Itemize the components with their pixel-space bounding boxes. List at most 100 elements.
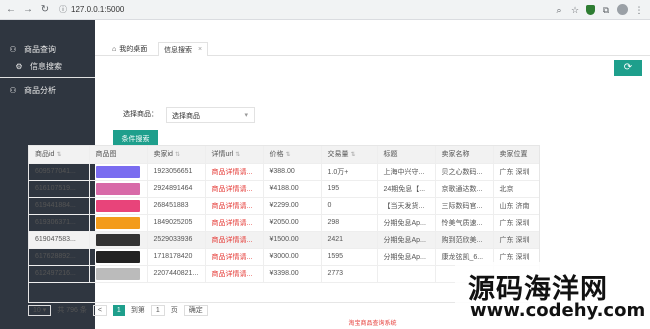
close-icon[interactable]: × [198, 46, 202, 53]
cell-product-id: 612497216... [29, 265, 90, 283]
tab-info-search[interactable]: 信息搜索 × [158, 42, 209, 56]
tab-my-desktop[interactable]: ⌂ 我的桌面 [107, 42, 152, 56]
browser-toolbar: ← → ↻ ⓘ 127.0.0.1:5000 ⌕ ☆ ⧉ ⋮ [0, 0, 650, 20]
column-header[interactable]: 交易量 ⇅ [321, 146, 378, 164]
table-row[interactable]: 619047583... 2529033936 商品详情请... ¥1500.00 24… [29, 231, 539, 249]
page-input[interactable]: 1 [150, 304, 165, 316]
cell-thumbnail [89, 197, 148, 215]
refresh-button[interactable]: ⟳ [614, 60, 642, 76]
product-image[interactable] [95, 233, 140, 246]
sidebar-divider [0, 77, 95, 78]
cell-thumbnail [89, 231, 148, 249]
back-icon[interactable]: ← [5, 4, 17, 16]
cell-detail-url[interactable]: 商品详情请... [205, 214, 264, 232]
sidebar-item-product-query[interactable]: ⚇ 商品查询 [0, 40, 95, 58]
column-header: 卖家位置 [493, 146, 539, 164]
tab-label: 信息搜索 [164, 46, 192, 54]
forward-icon[interactable]: → [22, 4, 34, 16]
cell-detail-url[interactable]: 商品详情请... [205, 197, 264, 215]
cell-title: 24期免息【... [377, 180, 436, 198]
current-page[interactable]: 1 [112, 304, 125, 316]
cell-seller-id: 2924891464 [147, 180, 206, 198]
menu-dots-icon[interactable]: ⋮ [634, 5, 644, 15]
cell-detail-url[interactable]: 商品详情请... [205, 180, 264, 198]
sort-icon[interactable]: ⇅ [351, 152, 356, 158]
table-row[interactable]: 619306371... 1849025205 商品详情请... ¥2050.00 29… [29, 214, 539, 232]
product-image[interactable] [95, 182, 140, 195]
refresh-icon: ⟳ [623, 62, 633, 73]
product-image[interactable] [95, 250, 140, 263]
cell-product-id: 619047583... [29, 231, 90, 249]
cell-detail-url[interactable]: 商品详情请... [205, 163, 264, 181]
product-image[interactable] [95, 216, 140, 229]
prev-page-button[interactable]: < [92, 304, 107, 316]
column-header-label: 商品id [35, 151, 55, 159]
sidebar-item-product-analysis[interactable]: ⚇ 商品分析 [0, 81, 95, 99]
column-header[interactable]: 卖家id ⇅ [147, 146, 206, 164]
sort-icon[interactable]: ⇅ [286, 152, 291, 158]
product-select[interactable]: 选择商品 ▾ [166, 107, 255, 123]
cell-product-id: 619441884... [29, 197, 90, 215]
cell-volume: 1595 [321, 248, 378, 266]
table-row[interactable]: 619441884... 268451883 商品详情请... ¥2299.00 0 【当… [29, 197, 539, 215]
address-bar[interactable]: ⓘ 127.0.0.1:5000 [59, 4, 124, 15]
column-header[interactable]: 商品id ⇅ [29, 146, 90, 164]
cell-product-id: 609577041... [29, 163, 90, 181]
cell-seller-location: 广东 深圳 [493, 214, 539, 232]
cell-seller-id: 2529033936 [147, 231, 206, 249]
cell-detail-url[interactable]: 商品详情请... [205, 265, 264, 283]
cell-seller-id: 1718178420 [147, 248, 206, 266]
product-image[interactable] [95, 165, 140, 178]
product-image[interactable] [95, 199, 140, 212]
column-header-label: 商品图 [95, 151, 117, 159]
cell-title: 【当天发货... [377, 197, 436, 215]
sort-icon[interactable]: ⇅ [175, 152, 180, 158]
table-row[interactable]: 609577041... 1923056651 商品详情请... ¥388.00 1.0… [29, 163, 539, 181]
cell-price: ¥2299.00 [263, 197, 322, 215]
reload-icon[interactable]: ↻ [39, 4, 51, 16]
cell-seller-location: 广东 深圳 [493, 163, 539, 181]
cell-product-id: 619306371... [29, 214, 90, 232]
shield-icon[interactable] [586, 4, 595, 15]
cell-seller-name: 三际数码官... [435, 197, 494, 215]
cell-detail-url[interactable]: 商品详情请... [205, 231, 264, 249]
column-header: 标题 [377, 146, 436, 164]
user-icon: ⚇ [9, 44, 17, 54]
sort-icon[interactable]: ⇅ [56, 152, 61, 158]
cell-seller-id: 2207440821... [147, 265, 206, 283]
bookmark-star-icon[interactable]: ☆ [570, 5, 580, 15]
product-image[interactable] [95, 267, 140, 280]
user-icon: ⚇ [9, 85, 17, 95]
cell-thumbnail [89, 248, 148, 266]
column-header[interactable]: 价格 ⇅ [263, 146, 322, 164]
page-unit: 页 [170, 307, 178, 314]
extensions-icon[interactable]: ⧉ [601, 5, 611, 15]
cell-thumbnail [89, 214, 148, 232]
cell-thumbnail [89, 265, 148, 283]
tab-label: 我的桌面 [119, 46, 148, 53]
tab-bar: ⌂ 我的桌面 信息搜索 × [95, 40, 650, 56]
cell-detail-url[interactable]: 商品详情请... [205, 248, 264, 266]
cell-product-id: 617628892... [29, 248, 90, 266]
pager-summary: 共 796 条 [57, 307, 87, 314]
column-header-label: 卖家id [153, 151, 173, 159]
cell-volume: 1.0万+ [321, 163, 378, 181]
profile-avatar[interactable] [617, 4, 628, 15]
table-row[interactable]: 616107519... 2924891464 商品详情请... ¥4188.00 19… [29, 180, 539, 198]
cell-seller-location: 北京 [493, 180, 539, 198]
page-size-select[interactable]: 10 ▾ [28, 304, 52, 316]
sort-icon[interactable]: ⇅ [235, 152, 240, 158]
cell-thumbnail [89, 163, 148, 181]
cell-volume: 195 [321, 180, 378, 198]
sidebar-item-info-search[interactable]: ⚙ 信息搜索 [0, 58, 95, 74]
cell-title: 上海中兴守... [377, 163, 436, 181]
column-header-label: 卖家位置 [499, 151, 528, 159]
cell-volume: 2773 [321, 265, 378, 283]
confirm-button[interactable]: 确定 [183, 304, 208, 316]
column-header: 商品图 [89, 146, 148, 164]
watermark-url: www.codehy.com [470, 300, 646, 321]
column-header[interactable]: 详情url ⇅ [205, 146, 264, 164]
zoom-icon[interactable]: ⌕ [554, 5, 564, 15]
cell-seller-name: 贝之心数码... [435, 163, 494, 181]
sidebar-item-label: 商品查询 [24, 44, 56, 54]
